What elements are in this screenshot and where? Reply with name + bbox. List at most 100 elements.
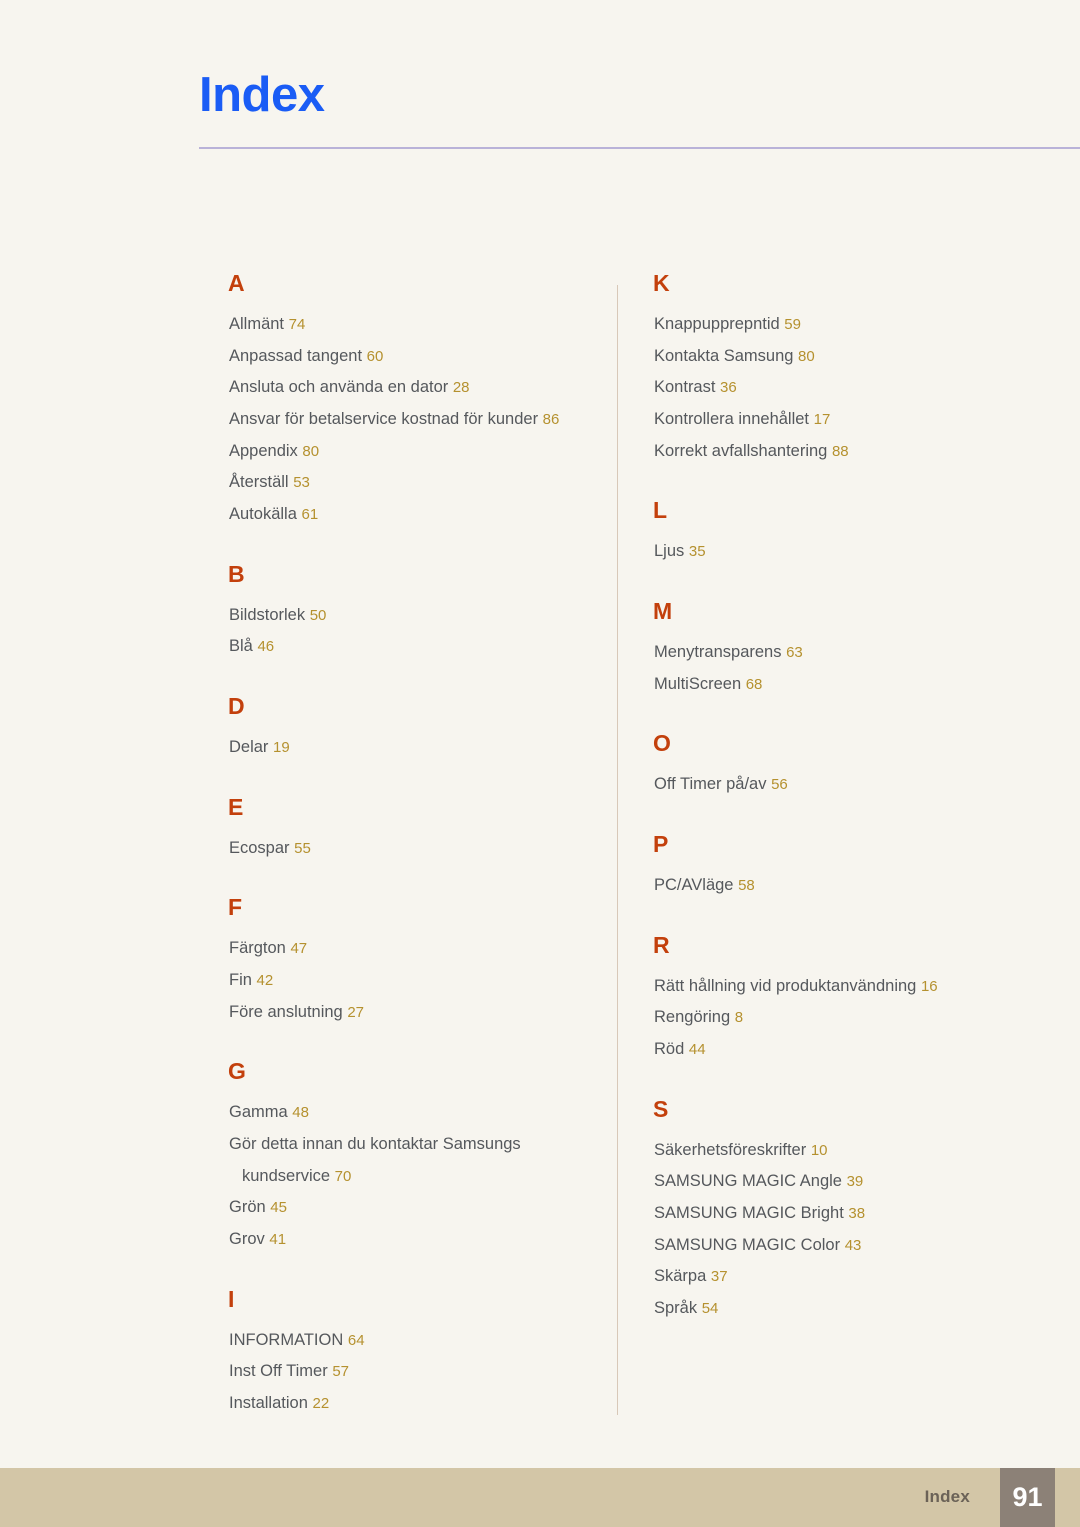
- index-entry-label: Före anslutning: [229, 1002, 343, 1021]
- index-section-r: R Rätt hållning vid produktanvändning 16 R…: [653, 933, 1033, 1066]
- index-entry[interactable]: Bildstorlek 50: [228, 600, 608, 632]
- section-letter: D: [228, 693, 245, 720]
- section-letter: G: [228, 1058, 246, 1085]
- index-entry[interactable]: Kontrast 36: [653, 372, 1033, 404]
- index-entry[interactable]: SAMSUNG MAGIC Bright 38: [653, 1198, 1033, 1230]
- index-entry[interactable]: Rätt hållning vid produktanvändning 16: [653, 971, 1033, 1003]
- index-entry[interactable]: Grön 45: [228, 1192, 608, 1224]
- index-entry[interactable]: Rengöring 8: [653, 1002, 1033, 1034]
- index-section-d: D Delar 19: [228, 695, 608, 764]
- index-entry[interactable]: Gör detta innan du kontaktar Samsungs kun…: [228, 1129, 608, 1192]
- index-entry-label: Off Timer på/av: [654, 775, 767, 794]
- index-entry[interactable]: Ljus 35: [653, 536, 1033, 568]
- index-entry-page: 53: [293, 474, 310, 492]
- index-entry[interactable]: SAMSUNG MAGIC Angle 39: [653, 1166, 1033, 1198]
- index-entry-label: Installation: [229, 1394, 308, 1413]
- index-entry-page: 17: [813, 411, 831, 429]
- index-entry[interactable]: Knappupprepntid 59: [653, 309, 1033, 341]
- index-entry-page: 61: [301, 506, 319, 524]
- index-entry[interactable]: Språk 54: [653, 1293, 1033, 1325]
- index-entry[interactable]: PC/AVläge 58: [653, 870, 1033, 902]
- index-entry[interactable]: SAMSUNG MAGIC Color 43: [653, 1230, 1033, 1262]
- index-entry-page: 57: [332, 1363, 349, 1381]
- index-entry-label: Skärpa: [654, 1267, 707, 1286]
- page-footer: Index 91: [0, 1468, 1080, 1527]
- index-entry[interactable]: Appendix 80: [228, 436, 608, 468]
- section-letter: F: [228, 894, 243, 921]
- index-entry[interactable]: Ecospar 55: [228, 833, 608, 865]
- index-entry[interactable]: Delar 19: [228, 732, 608, 764]
- index-entry[interactable]: Kontrollera innehållet 17: [653, 404, 1033, 436]
- index-entry-page: 59: [784, 316, 801, 333]
- index-entry-label: Anpassad tangent: [229, 346, 363, 365]
- index-entry-label: Rätt hållning vid produktanvändning: [654, 976, 917, 995]
- section-letter: L: [653, 497, 668, 524]
- section-letter: E: [228, 793, 244, 820]
- index-entry-page: 80: [798, 347, 815, 365]
- index-section-l: L Ljus 35: [653, 499, 1033, 568]
- index-entry[interactable]: Skärpa 37: [653, 1261, 1033, 1293]
- index-entry[interactable]: Ansluta och använda en dator 28: [228, 372, 608, 404]
- index-entry-page: 37: [710, 1268, 728, 1286]
- index-entry[interactable]: Före anslutning 27: [228, 997, 608, 1029]
- index-entry[interactable]: MultiScreen 68: [653, 669, 1033, 701]
- index-entry-label: Autokälla: [229, 505, 297, 524]
- index-entry-page: 54: [701, 1300, 719, 1318]
- index-entry-label: Blå: [229, 637, 253, 656]
- index-entry-label: Röd: [654, 1040, 685, 1059]
- index-entry-label: SAMSUNG MAGIC Color: [654, 1235, 841, 1254]
- index-section-e: E Ecospar 55: [228, 793, 608, 865]
- index-entry[interactable]: Korrekt avfallshantering 88: [653, 436, 1033, 468]
- index-entry-label: Ansluta och använda en dator: [229, 378, 449, 397]
- index-entry[interactable]: Grov 41: [228, 1224, 608, 1256]
- section-letter: O: [653, 730, 671, 757]
- index-entry-page: 22: [312, 1395, 330, 1413]
- index-entry[interactable]: Inst Off Timer 57: [228, 1356, 608, 1388]
- index-entry-label: SAMSUNG MAGIC Bright: [654, 1204, 844, 1223]
- index-section-m: M Menytransparens 63 MultiScreen 68: [653, 600, 1033, 700]
- index-entry[interactable]: Kontakta Samsung 80: [653, 341, 1033, 373]
- index-entry-label: MultiScreen: [654, 674, 742, 693]
- index-entry[interactable]: Autokälla 61: [228, 499, 608, 531]
- index-entry[interactable]: Allmänt 74: [228, 309, 608, 341]
- index-entry-page: 16: [920, 977, 938, 995]
- index-entry-page: 55: [294, 839, 311, 857]
- index-entry[interactable]: Återställ 53: [228, 467, 608, 499]
- index-entry-page: 88: [831, 442, 849, 460]
- index-entry-page: 60: [366, 347, 384, 365]
- index-entry-page: 28: [452, 379, 470, 397]
- index-entry[interactable]: INFORMATION 64: [228, 1325, 608, 1357]
- index-entry-label: Knappupprepntid: [654, 315, 780, 333]
- index-entry[interactable]: Gamma 48: [228, 1097, 608, 1129]
- index-entry[interactable]: Installation 22: [228, 1388, 608, 1420]
- index-entry[interactable]: Blå 46: [228, 631, 608, 663]
- section-letter: I: [228, 1285, 235, 1312]
- index-entry-page: 45: [270, 1199, 287, 1217]
- index-entry[interactable]: Säkerhetsföreskrifter 10: [653, 1135, 1033, 1167]
- index-entry-page: 68: [745, 675, 763, 693]
- index-section-k: K Knappupprepntid 59 Kontakta Samsung 80 Ko…: [653, 272, 1033, 467]
- index-section-s: S Säkerhetsföreskrifter 10 SAMSUNG MAGIC A…: [653, 1097, 1033, 1325]
- index-entry-label: Färgton: [229, 939, 286, 958]
- index-column-left: A Allmänt 74 Anpassad tangent 60 Ansluta oc…: [228, 272, 608, 1420]
- index-entry-label: PC/AVläge: [654, 876, 734, 895]
- index-entry-page: 36: [720, 379, 737, 397]
- index-entry-label: Grön: [229, 1198, 266, 1217]
- index-entry[interactable]: Menytransparens 63: [653, 637, 1033, 669]
- column-divider: [617, 285, 618, 1415]
- index-column-right: K Knappupprepntid 59 Kontakta Samsung 80 Ko…: [653, 272, 1033, 1325]
- index-entry[interactable]: Ansvar för betalservice kostnad för kund…: [228, 404, 608, 436]
- index-entry-label: Kontakta Samsung: [654, 346, 794, 365]
- index-entry[interactable]: Färgton 47: [228, 933, 608, 965]
- index-entry-label: Inst Off Timer: [229, 1362, 328, 1381]
- index-entry[interactable]: Anpassad tangent 60: [228, 341, 608, 373]
- index-entry-label: Säkerhetsföreskrifter: [654, 1140, 807, 1159]
- index-entry-page: 47: [290, 940, 308, 958]
- index-entry[interactable]: Röd 44: [653, 1034, 1033, 1066]
- index-entry-page: 56: [771, 776, 788, 794]
- index-entry-page: 27: [347, 1003, 365, 1021]
- index-section-i: I INFORMATION 64 Inst Off Timer 57 Installa…: [228, 1285, 608, 1420]
- index-entry[interactable]: Fin 42: [228, 965, 608, 997]
- index-entry-label: Bildstorlek: [229, 605, 306, 624]
- index-entry[interactable]: Off Timer på/av 56: [653, 769, 1033, 801]
